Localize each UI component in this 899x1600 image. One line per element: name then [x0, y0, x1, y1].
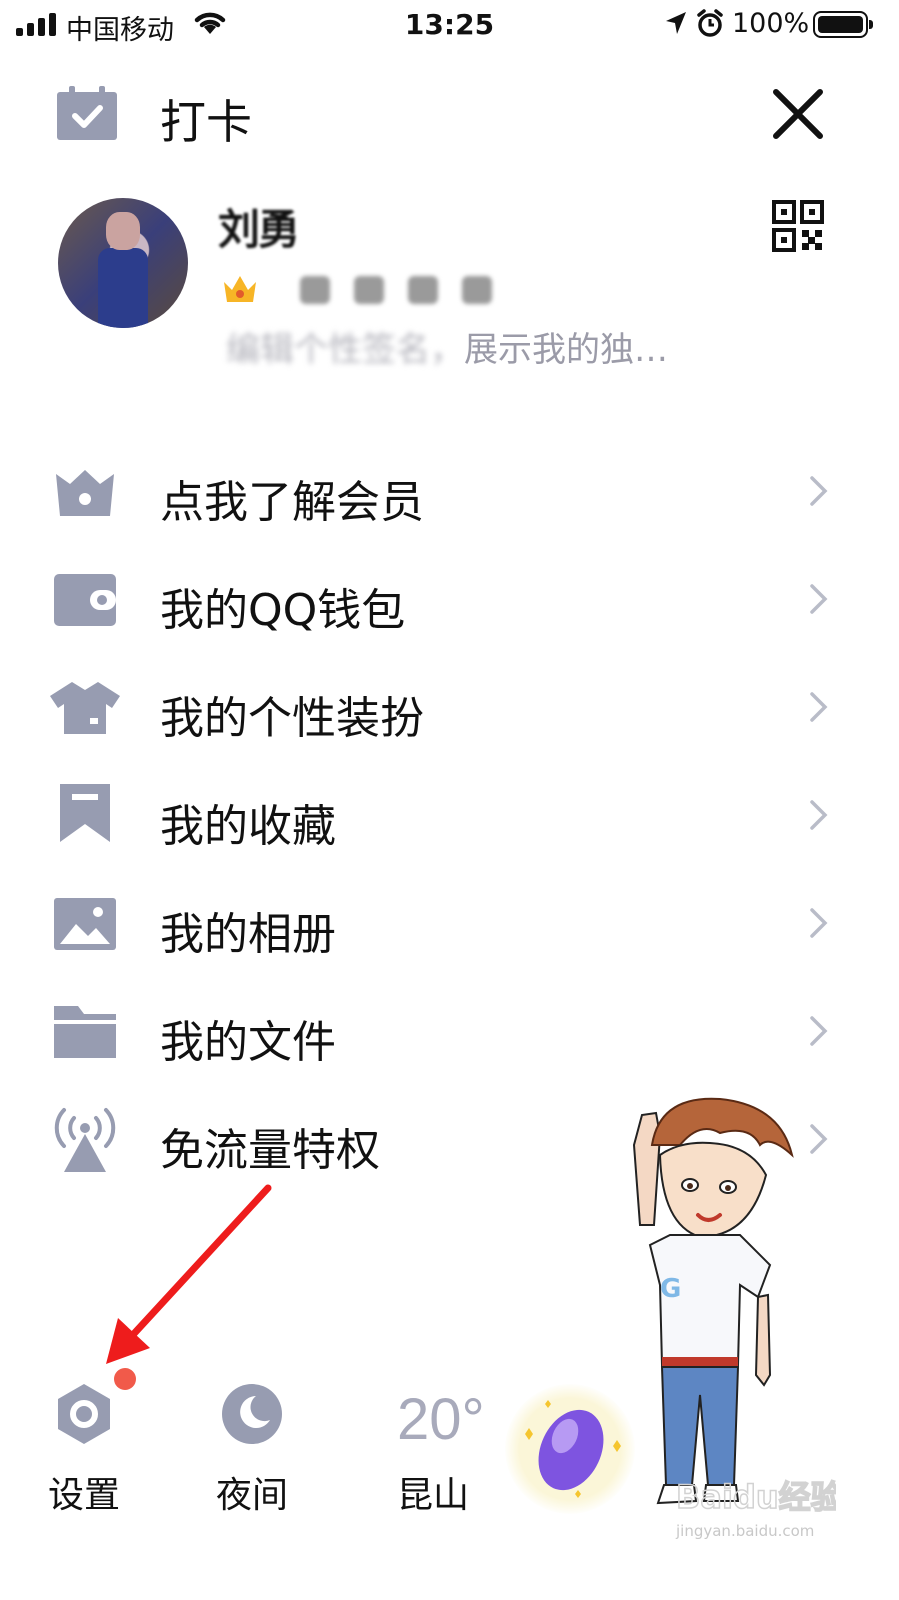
chevron-right-icon — [810, 1016, 828, 1046]
settings-button[interactable]: 设置 — [40, 1370, 132, 1520]
notification-dot — [114, 1368, 136, 1390]
city-label: 昆山 — [397, 1475, 470, 1516]
qr-code-icon[interactable] — [772, 200, 824, 252]
chevron-right-icon — [810, 800, 828, 830]
album-icon — [54, 898, 116, 950]
moon-icon — [222, 1384, 282, 1444]
menu-item-wallet[interactable]: 我的QQ钱包 — [0, 546, 899, 654]
avatar[interactable] — [58, 198, 188, 328]
chevron-right-icon — [810, 1124, 828, 1154]
baidu-paw-icon: Baidu经验 — [675, 1477, 843, 1517]
night-mode-button[interactable]: 夜间 — [210, 1370, 302, 1520]
nickname[interactable]: 刘勇 — [218, 196, 300, 257]
broadcast-icon — [54, 1108, 116, 1172]
gear-icon — [58, 1384, 110, 1444]
vip-crown-icon — [56, 470, 114, 516]
chevron-right-icon — [810, 584, 828, 614]
svg-text:G: G — [660, 1274, 681, 1304]
battery-percent: 100% — [732, 8, 810, 39]
wallet-icon — [54, 574, 116, 626]
weather-widget[interactable]: 20° 昆山 — [395, 1370, 515, 1520]
svg-text:Baidu经验: Baidu经验 — [676, 1478, 836, 1516]
menu-item-favorites[interactable]: 我的收藏 — [0, 762, 899, 870]
close-icon[interactable] — [770, 86, 826, 142]
battery-icon — [813, 11, 873, 38]
level-badges — [300, 276, 492, 304]
location-icon — [666, 12, 686, 34]
alarm-icon — [697, 9, 723, 37]
signature-text[interactable]: 编辑个性签名，展示我的独… — [226, 322, 668, 371]
status-bar: 中国移动 13:25 100% — [0, 0, 899, 50]
menu-item-vip[interactable]: 点我了解会员 — [0, 438, 899, 546]
chevron-right-icon — [810, 908, 828, 938]
checkin-button[interactable]: 打卡 — [160, 86, 252, 152]
shirt-icon — [50, 682, 120, 734]
folder-icon — [54, 1006, 116, 1058]
baidu-watermark: Baidu经验 jingyan.baidu.com — [675, 1472, 843, 1540]
menu-item-album[interactable]: 我的相册 — [0, 870, 899, 978]
chevron-right-icon — [810, 476, 828, 506]
calendar-check-icon[interactable] — [55, 86, 119, 142]
temperature: 20° — [397, 1387, 485, 1452]
mascot-cartoon[interactable]: G — [600, 1085, 800, 1515]
chevron-right-icon — [810, 692, 828, 722]
menu-item-files[interactable]: 我的文件 — [0, 978, 899, 1086]
crown-badge-icon — [224, 276, 256, 302]
menu-item-dressup[interactable]: 我的个性装扮 — [0, 654, 899, 762]
bookmark-icon — [60, 784, 110, 842]
